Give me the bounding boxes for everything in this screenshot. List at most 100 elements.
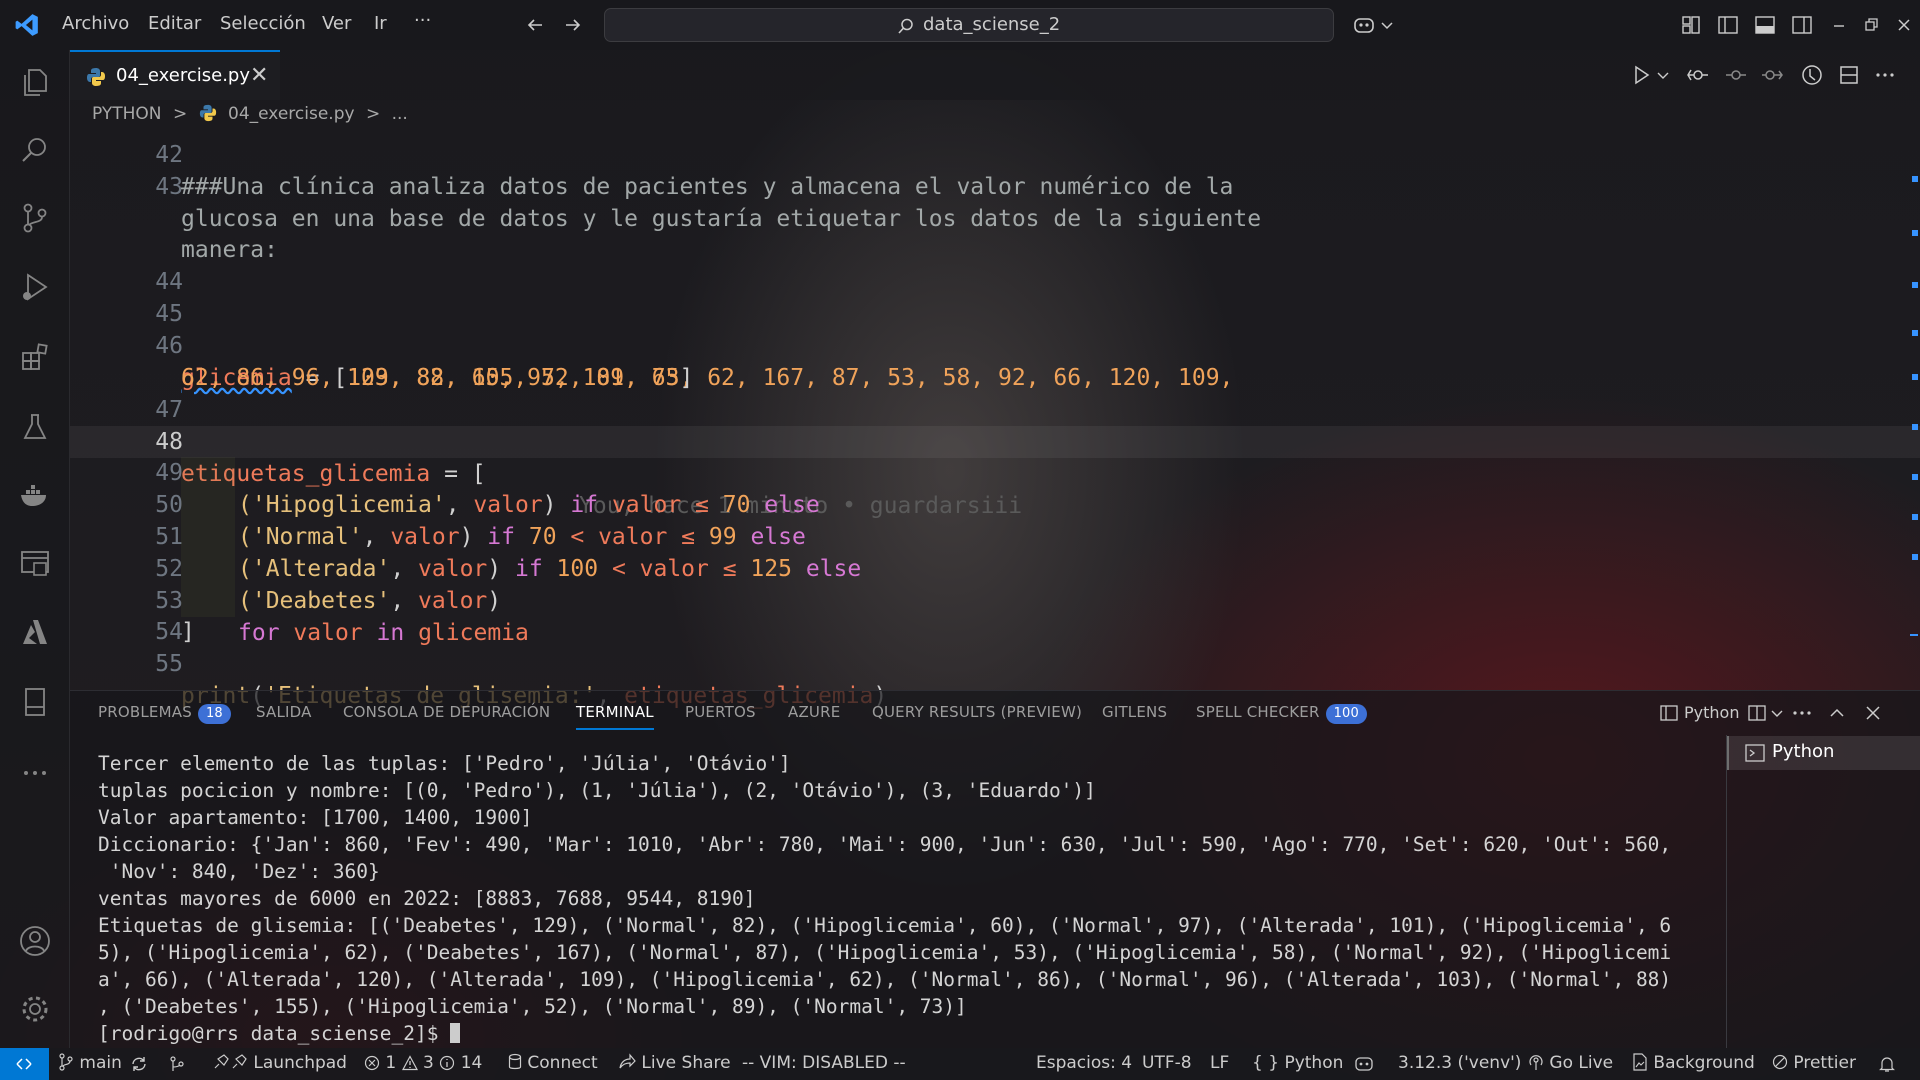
- status-vim-mode[interactable]: -- VIM: DISABLED --: [742, 1053, 906, 1073]
- status-language-mode[interactable]: { } Python: [1252, 1053, 1343, 1073]
- status-indentation[interactable]: Espacios: 4: [1036, 1053, 1132, 1073]
- testing-flask-icon[interactable]: [18, 410, 52, 444]
- split-editor-icon[interactable]: [1838, 64, 1860, 86]
- terminal-list-item-python[interactable]: Python: [1727, 736, 1920, 770]
- tab-query-results[interactable]: QUERY RESULTS (PREVIEW): [872, 703, 1082, 721]
- previous-change-icon[interactable]: [1724, 64, 1748, 86]
- source-control-icon[interactable]: [18, 201, 52, 235]
- customize-layout-icon[interactable]: [1680, 14, 1702, 36]
- explorer-icon[interactable]: [18, 65, 52, 99]
- status-connect[interactable]: Connect: [508, 1053, 598, 1073]
- status-prettier[interactable]: Prettier: [1772, 1053, 1856, 1073]
- toggle-panel-icon[interactable]: [1754, 14, 1776, 36]
- back-arrow-icon[interactable]: [524, 14, 546, 36]
- settings-gear-icon[interactable]: [18, 992, 52, 1026]
- accounts-icon[interactable]: [18, 924, 52, 958]
- terminal-line: 5), ('Hipoglicemia', 62), ('Deabetes', 1…: [98, 941, 1672, 964]
- menu-ver[interactable]: Ver: [322, 13, 351, 34]
- tab-terminal[interactable]: TERMINAL: [576, 703, 654, 721]
- tab-debug-console[interactable]: CONSOLA DE DEPURACIÓN: [343, 703, 550, 721]
- line-number: 46: [155, 333, 183, 359]
- status-background[interactable]: Background: [1632, 1053, 1755, 1073]
- tab-close-icon[interactable]: ✕: [250, 63, 268, 88]
- terminal-line: Diccionario: {'Jan': 860, 'Fev': 490, 'M…: [98, 833, 1672, 856]
- gitlens-compare-icon[interactable]: [1686, 64, 1710, 86]
- remote-explorer-icon[interactable]: [18, 546, 52, 580]
- tab-label: 04_exercise.py: [116, 65, 250, 86]
- azure-icon[interactable]: [18, 615, 52, 649]
- tab-problems[interactable]: PROBLEMAS 18: [98, 703, 231, 724]
- close-panel-icon[interactable]: [1864, 704, 1882, 722]
- terminal-line: ventas mayores de 6000 en 2022: [8883, 7…: [98, 887, 756, 910]
- status-info-count: 14: [460, 1053, 483, 1073]
- tab-ports[interactable]: PUERTOS: [685, 703, 756, 721]
- terminal-list-divider[interactable]: [1726, 735, 1727, 1048]
- menu-more[interactable]: ···: [414, 10, 431, 31]
- chevron-down-icon[interactable]: [1380, 14, 1394, 36]
- next-change-icon[interactable]: [1760, 64, 1784, 86]
- run-chevron-down-icon[interactable]: [1656, 64, 1670, 86]
- status-python-interpreter[interactable]: 3.12.3 ('venv'): [1398, 1053, 1521, 1073]
- extensions-icon[interactable]: [18, 340, 52, 374]
- bookmarks-panel-icon[interactable]: [18, 685, 52, 719]
- spell-checker-count-badge: 100: [1325, 704, 1367, 724]
- toggle-primary-sidebar-icon[interactable]: [1717, 14, 1739, 36]
- close-window-icon[interactable]: [1893, 14, 1915, 36]
- status-encoding[interactable]: UTF-8: [1142, 1053, 1192, 1073]
- status-problems[interactable]: 1 3 14: [364, 1053, 482, 1073]
- terminal-shell-label[interactable]: Python: [1684, 703, 1739, 722]
- minimize-icon[interactable]: [1828, 14, 1850, 36]
- forward-arrow-icon[interactable]: [562, 14, 584, 36]
- copilot-status-icon[interactable]: [1354, 1055, 1374, 1073]
- line-number: 54: [155, 619, 183, 645]
- toggle-secondary-sidebar-icon[interactable]: [1791, 14, 1813, 36]
- menu-archivo[interactable]: Archivo: [62, 13, 129, 34]
- run-debug-icon[interactable]: [18, 270, 52, 304]
- tab-azure[interactable]: AZURE: [788, 703, 840, 721]
- breadcrumb-folder[interactable]: PYTHON: [92, 104, 162, 124]
- breadcrumb-file[interactable]: 04_exercise.py: [228, 104, 355, 124]
- status-branch[interactable]: main: [58, 1053, 122, 1073]
- minimap-scroll-markers[interactable]: [1910, 134, 1918, 686]
- split-terminal-icon[interactable]: [1748, 704, 1768, 722]
- command-center-search[interactable]: data_sciense_2: [604, 8, 1334, 42]
- language-braces-icon: { }: [1252, 1053, 1280, 1073]
- timeline-icon[interactable]: [1800, 63, 1824, 87]
- terminal-chevron-down-icon[interactable]: [1770, 704, 1784, 722]
- line-number: 50: [155, 492, 183, 518]
- code-comment: ###Una clínica analiza datos de paciente…: [181, 174, 1234, 200]
- remote-indicator[interactable]: [0, 1048, 49, 1080]
- sync-icon[interactable]: [130, 1055, 148, 1073]
- restore-icon[interactable]: [1860, 14, 1882, 36]
- breadcrumb-separator: >: [365, 104, 381, 124]
- line-number: 51: [155, 524, 183, 550]
- gitlens-graph-icon[interactable]: [168, 1055, 186, 1073]
- menu-seleccion[interactable]: Selección: [220, 13, 306, 34]
- menu-editar[interactable]: Editar: [148, 13, 201, 34]
- code-editor[interactable]: 42 43 ###Una clínica analiza datos de pac…: [70, 134, 1920, 709]
- tab-04-exercise-py[interactable]: 04_exercise.py ✕: [70, 50, 280, 100]
- tab-spell-checker[interactable]: SPELL CHECKER 100: [1196, 703, 1367, 724]
- search-icon[interactable]: [18, 133, 52, 167]
- maximize-panel-chevron-up-icon[interactable]: [1828, 704, 1846, 722]
- status-warning-count: 3: [423, 1053, 434, 1073]
- menu-ir[interactable]: Ir: [374, 13, 387, 34]
- status-go-live[interactable]: Go Live: [1528, 1053, 1613, 1073]
- status-live-share[interactable]: Live Share: [618, 1053, 731, 1073]
- copilot-icon[interactable]: [1352, 14, 1378, 36]
- more-views-icon[interactable]: [18, 756, 52, 790]
- terminal-output[interactable]: Tercer elemento de las tuplas: ['Pedro',…: [98, 750, 1708, 1045]
- status-launchpad[interactable]: Launchpad: [212, 1053, 347, 1073]
- tab-output[interactable]: SALIDA: [256, 703, 312, 721]
- editor-more-actions-icon[interactable]: [1874, 64, 1896, 86]
- docker-icon[interactable]: [18, 478, 52, 512]
- run-python-file-icon[interactable]: [1630, 64, 1652, 86]
- panel-more-actions-icon[interactable]: [1792, 704, 1812, 722]
- terminal-shell-icon: [1660, 705, 1678, 721]
- code-comment: manera:: [181, 237, 278, 263]
- notifications-bell-icon[interactable]: [1878, 1055, 1896, 1073]
- breadcrumb-more[interactable]: ...: [392, 104, 408, 124]
- database-icon: [508, 1053, 522, 1070]
- tab-gitlens[interactable]: GITLENS: [1102, 703, 1167, 721]
- status-eol[interactable]: LF: [1210, 1053, 1229, 1073]
